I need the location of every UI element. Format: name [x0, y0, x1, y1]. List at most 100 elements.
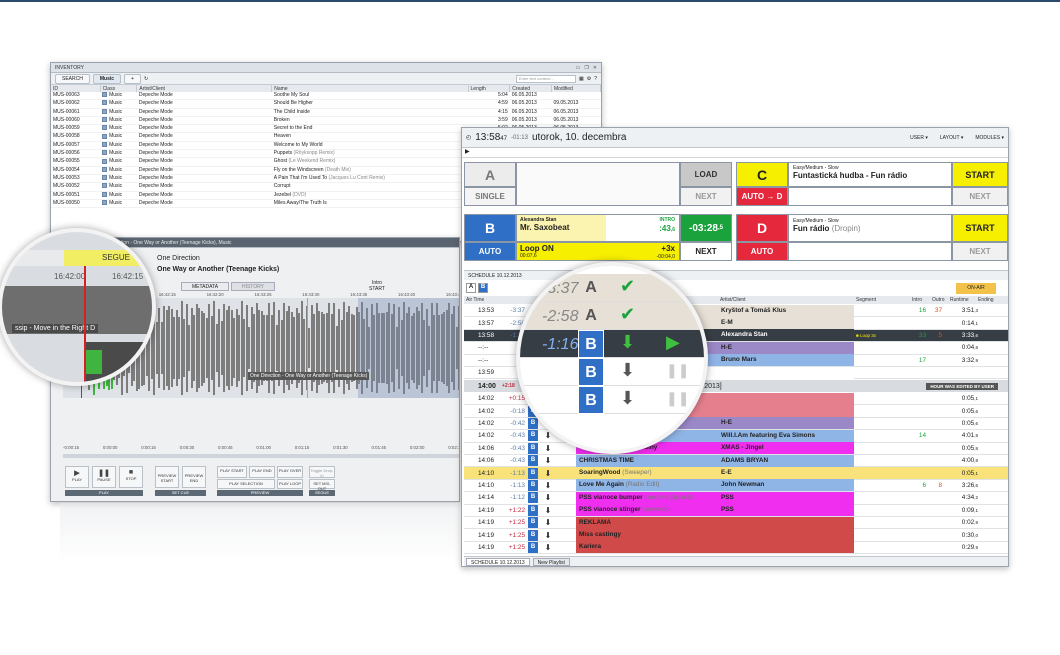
play-over-button[interactable]: PLAY OVER — [277, 466, 303, 478]
column-header-modified[interactable]: Modified — [551, 85, 601, 92]
column-header-id[interactable]: ID — [51, 85, 101, 92]
next-button-b[interactable]: NEXT — [680, 242, 732, 261]
pause-button[interactable]: ❚❚ PAUSE — [92, 466, 116, 488]
schedule-row[interactable]: 14:14 -1:12 B ⬇ PSS vianoce bumper Loosova p… — [464, 491, 1008, 505]
down-arrow-icon[interactable]: ⬇ — [538, 506, 558, 515]
tab-new-playlist[interactable]: New Playlist — [532, 558, 570, 566]
column-header-artist-client[interactable]: Artist/Client — [136, 85, 273, 92]
cart-c[interactable]: C — [736, 162, 788, 187]
table-row[interactable]: MUS-00060 Music Depeche Mode Broken 3:59 06.0… — [51, 116, 601, 126]
cart-b[interactable]: B — [464, 214, 516, 242]
schedule-row[interactable]: 14:06 -0:43 B ⬇ CHRISTMAS TIME ADAMS BRYAN 4:0… — [464, 454, 1008, 468]
schedule-row[interactable]: 14:02 -0:43 B ⬇ Will.I.Am featuring Eva Simo… — [464, 429, 1008, 443]
pause-icon[interactable]: ❚❚ — [666, 390, 689, 407]
down-arrow-icon[interactable]: ⬇ — [620, 360, 635, 381]
menu-modules[interactable]: MODULES ▾ — [975, 135, 1004, 141]
schedule-row[interactable]: 14:19 +1:22 B ⬇ PSS vianoce stinger Loosovap… — [464, 504, 1008, 517]
down-arrow-icon[interactable]: ⬇ — [538, 456, 558, 465]
column-header-class[interactable]: Class — [100, 85, 138, 92]
stop-button[interactable]: ■ STOP — [119, 466, 143, 488]
cart-b-info[interactable]: Alexandra Stan Mr. Saxobeat INTRO :43,6 — [516, 214, 680, 242]
down-arrow-icon[interactable]: ⬇ — [538, 531, 558, 540]
column-header-name[interactable]: Name — [271, 85, 469, 92]
cart-d[interactable]: D — [736, 214, 788, 242]
schedule-row[interactable]: 14:19 +1:25 B ⬇ REKLAMA 0:02,9 — [464, 516, 1008, 530]
tab-music[interactable]: Music — [92, 73, 122, 84]
down-arrow-icon[interactable]: ⬇ — [538, 481, 558, 490]
grid-icon[interactable]: ▦ — [579, 76, 584, 82]
next-button-d[interactable]: NEXT — [952, 242, 1008, 261]
single-button[interactable]: SINGLE — [464, 187, 516, 206]
play-small-icon[interactable]: ▶ — [465, 149, 470, 155]
next-button-a[interactable]: NEXT — [680, 187, 732, 206]
pause-icon[interactable]: ❚❚ — [666, 362, 689, 379]
cart-a[interactable]: A — [464, 162, 516, 187]
tab-schedule[interactable]: SCHEDULE 10.12.2013 — [466, 558, 530, 566]
refresh-icon[interactable]: ↻ — [144, 76, 148, 82]
column-header-segment[interactable]: Segment — [856, 297, 876, 303]
column-header-intro[interactable]: Intro — [912, 297, 922, 303]
loop-panel[interactable]: Loop ON 00:07,6 +3x -00:04,0 — [516, 242, 680, 261]
table-row[interactable]: MUS-00062 Music Depeche Mode Should Be High… — [51, 99, 601, 109]
down-arrow-icon[interactable]: ⬇ — [538, 469, 558, 478]
schedule-row[interactable]: 14:10 -1:13 B ⬇ Love Me Again (Radio Edit) Jo… — [464, 479, 1008, 493]
play-selection-button[interactable]: PLAY SELECTION — [217, 479, 275, 489]
timeline-scrollbar[interactable] — [63, 454, 459, 458]
down-arrow-icon[interactable]: ⬇ — [538, 518, 558, 527]
column-header-ending[interactable]: Ending — [978, 297, 994, 303]
filter-a[interactable]: A — [466, 283, 476, 293]
segue-tab[interactable]: SEGUE — [64, 250, 152, 266]
preview-end-button[interactable]: PREVIEW END — [182, 466, 206, 488]
start-button-d[interactable]: START — [952, 214, 1008, 242]
schedule-row[interactable]: 14:06-0:43B⬇Vianoce - Od nášej rodinyXMA… — [464, 442, 1008, 455]
column-header-runtime[interactable]: Runtime — [950, 297, 969, 303]
schedule-row[interactable]: 14:19 +1:25 B ⬇ Kariera 0:29,9 — [464, 541, 1008, 555]
metadata-tab[interactable]: METADATA — [181, 282, 229, 291]
down-arrow-icon[interactable]: ⬇ — [538, 444, 558, 453]
check-icon[interactable]: ✔ — [620, 304, 635, 325]
column-header-air-time[interactable]: Air Time — [466, 297, 484, 303]
intro-line[interactable] — [307, 298, 308, 398]
menu-layout[interactable]: LAYOUT ▾ — [940, 135, 963, 141]
play-start-button[interactable]: PLAY START — [217, 466, 247, 478]
auto-button-b[interactable]: AUTO — [464, 242, 516, 261]
cart-c-info[interactable]: Easy/Medium - Slow Funtastická hudba - F… — [788, 162, 952, 187]
search-input[interactable]: Enter text content... — [516, 74, 576, 83]
column-header-length[interactable]: Length — [468, 85, 511, 92]
on-air-button[interactable]: ON-AIR — [956, 283, 996, 294]
filter-b[interactable]: B — [478, 283, 488, 293]
auto-d-button[interactable]: AUTO → D — [736, 187, 788, 206]
set-mixout-button[interactable]: SET MIX-OUT — [309, 479, 335, 491]
next-button-c[interactable]: NEXT — [952, 187, 1008, 206]
restore-icon[interactable]: ❐ — [584, 65, 588, 71]
play-button[interactable]: ▶ PLAY — [65, 466, 89, 488]
cart-a-slot[interactable] — [516, 162, 680, 206]
schedule-row[interactable]: 14:10 -1:13 B ⬇ SoaringWood (Sweeper) E-E 0:05… — [464, 467, 1008, 480]
play-icon[interactable]: ▶ — [666, 332, 680, 353]
down-arrow-icon[interactable]: ⬇ — [620, 388, 635, 409]
minimize-icon[interactable]: ▭ — [576, 65, 581, 71]
load-button[interactable]: LOAD — [680, 162, 732, 187]
close-icon[interactable]: ✕ — [593, 65, 597, 71]
table-row[interactable]: MUS-00061 Music Depeche Mode The Child Insi… — [51, 108, 601, 117]
down-arrow-icon[interactable]: ⬇ — [620, 332, 635, 353]
help-icon[interactable]: ? — [594, 76, 597, 82]
history-tab[interactable]: HISTORY — [231, 282, 275, 291]
gear-icon[interactable]: ⚙ — [587, 76, 591, 82]
tab-search[interactable]: SEARCH — [55, 73, 90, 84]
play-loop-button[interactable]: PLAY LOOP — [277, 479, 303, 489]
column-header-artist-client[interactable]: Artist/Client — [720, 297, 746, 303]
down-arrow-icon[interactable]: ⬇ — [538, 493, 558, 502]
column-header-created[interactable]: Created — [509, 85, 552, 92]
add-tab-button[interactable]: + — [124, 73, 141, 84]
start-button-c[interactable]: START — [952, 162, 1008, 187]
cart-d-info[interactable]: Easy/Medium - Slow Fun rádio (Dropin) — [788, 214, 952, 242]
play-end-button[interactable]: PLAY END — [249, 466, 275, 478]
check-icon[interactable]: ✔ — [620, 276, 635, 297]
auto-button-d[interactable]: AUTO — [736, 242, 788, 261]
column-header-outro[interactable]: Outro — [932, 297, 945, 303]
toggle-dropin-button[interactable]: Toggle Drop-in — [309, 466, 335, 478]
menu-user[interactable]: USER ▾ — [910, 135, 928, 141]
down-arrow-icon[interactable]: ⬇ — [538, 543, 558, 552]
schedule-row[interactable]: 14:19 +1:25 B ⬇ Miss castingy 0:30,0 — [464, 529, 1008, 542]
